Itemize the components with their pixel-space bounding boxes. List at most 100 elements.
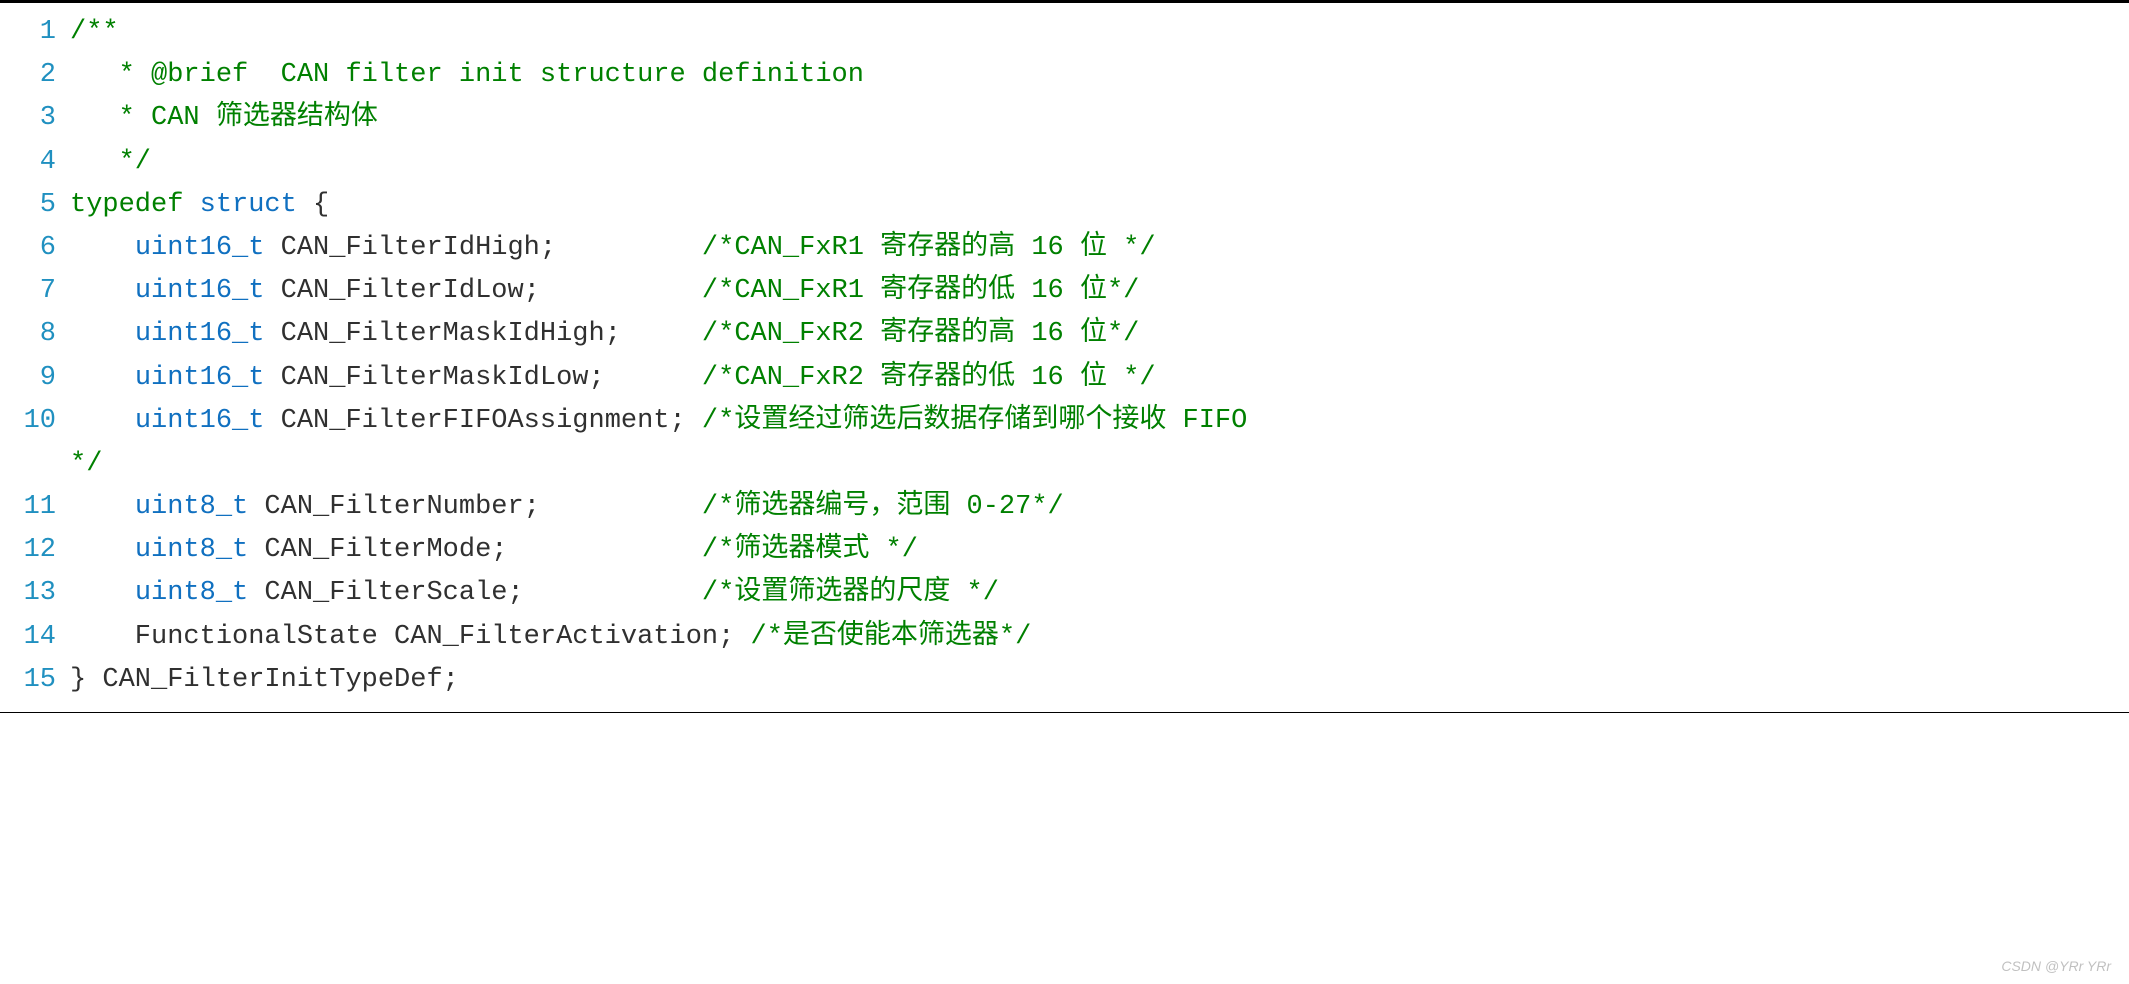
code-token: uint16_t bbox=[135, 319, 265, 349]
code-line: 4 */ bbox=[0, 141, 2129, 184]
line-number bbox=[0, 443, 70, 486]
code-token: */ bbox=[70, 147, 151, 177]
line-content: typedef struct { bbox=[70, 184, 2129, 227]
line-content: uint8_t CAN_FilterNumber; /*筛选器编号，范围 0-2… bbox=[70, 486, 2129, 529]
line-content: uint8_t CAN_FilterScale; /*设置筛选器的尺度 */ bbox=[70, 572, 2129, 615]
code-token: /*筛选器编号，范围 0-27*/ bbox=[702, 492, 1064, 522]
code-token: CAN_FilterFIFOAssignment bbox=[264, 406, 669, 436]
code-token: uint16_t bbox=[135, 363, 265, 393]
code-token: /*CAN_FxR2 寄存器的高 16 位*/ bbox=[702, 319, 1139, 349]
code-line: 15} CAN_FilterInitTypeDef; bbox=[0, 659, 2129, 702]
code-line: 3 * CAN 筛选器结构体 bbox=[0, 97, 2129, 140]
code-token: uint8_t bbox=[135, 535, 248, 565]
code-token bbox=[70, 578, 135, 608]
line-number: 13 bbox=[0, 572, 70, 615]
code-token: typedef bbox=[70, 190, 183, 220]
code-line: 6 uint16_t CAN_FilterIdHigh; /*CAN_FxR1 … bbox=[0, 227, 2129, 270]
line-content: FunctionalState CAN_FilterActivation; /*… bbox=[70, 616, 2129, 659]
code-token: CAN_FilterMaskIdLow bbox=[264, 363, 588, 393]
code-token: CAN_FilterIdLow bbox=[264, 276, 523, 306]
code-token: ; bbox=[718, 622, 734, 652]
line-number: 15 bbox=[0, 659, 70, 702]
line-content: */ bbox=[70, 443, 2129, 486]
line-content: */ bbox=[70, 141, 2129, 184]
code-token: */ bbox=[70, 449, 102, 479]
line-number: 14 bbox=[0, 616, 70, 659]
line-content: } CAN_FilterInitTypeDef; bbox=[70, 659, 2129, 702]
code-token bbox=[70, 406, 135, 436]
code-token bbox=[686, 406, 702, 436]
code-token: * CAN 筛选器结构体 bbox=[70, 103, 378, 133]
code-token: ; bbox=[589, 363, 605, 393]
line-number: 4 bbox=[0, 141, 70, 184]
code-token: /*CAN_FxR2 寄存器的低 16 位 */ bbox=[702, 363, 1156, 393]
line-number: 2 bbox=[0, 54, 70, 97]
code-token bbox=[556, 233, 702, 263]
line-number: 9 bbox=[0, 357, 70, 400]
line-number: 12 bbox=[0, 529, 70, 572]
code-token bbox=[70, 276, 135, 306]
code-line: 2 * @brief CAN filter init structure def… bbox=[0, 54, 2129, 97]
code-token: ; bbox=[540, 233, 556, 263]
code-line: 13 uint8_t CAN_FilterScale; /*设置筛选器的尺度 *… bbox=[0, 572, 2129, 615]
code-token bbox=[507, 535, 701, 565]
line-number: 8 bbox=[0, 313, 70, 356]
code-token: ; bbox=[605, 319, 621, 349]
code-token: /*是否使能本筛选器*/ bbox=[751, 622, 1032, 652]
line-content: uint16_t CAN_FilterMaskIdLow; /*CAN_FxR2… bbox=[70, 357, 2129, 400]
code-line: */ bbox=[0, 443, 2129, 486]
line-number: 11 bbox=[0, 486, 70, 529]
code-line: 8 uint16_t CAN_FilterMaskIdHigh; /*CAN_F… bbox=[0, 313, 2129, 356]
code-token bbox=[70, 233, 135, 263]
code-token: ; bbox=[524, 276, 540, 306]
code-token: uint8_t bbox=[135, 578, 248, 608]
line-number: 5 bbox=[0, 184, 70, 227]
code-line: 5typedef struct { bbox=[0, 184, 2129, 227]
code-line: 12 uint8_t CAN_FilterMode; /*筛选器模式 */ bbox=[0, 529, 2129, 572]
code-token: uint8_t bbox=[135, 492, 248, 522]
code-token bbox=[70, 363, 135, 393]
code-line: 1/** bbox=[0, 11, 2129, 54]
code-token: CAN_FilterNumber bbox=[248, 492, 523, 522]
line-number: 1 bbox=[0, 11, 70, 54]
line-content: uint16_t CAN_FilterFIFOAssignment; /*设置经… bbox=[70, 400, 2129, 443]
code-token bbox=[70, 535, 135, 565]
line-number: 3 bbox=[0, 97, 70, 140]
code-line: 9 uint16_t CAN_FilterMaskIdLow; /*CAN_Fx… bbox=[0, 357, 2129, 400]
code-block: 1/**2 * @brief CAN filter init structure… bbox=[0, 0, 2129, 713]
line-content: uint16_t CAN_FilterIdHigh; /*CAN_FxR1 寄存… bbox=[70, 227, 2129, 270]
code-line: 10 uint16_t CAN_FilterFIFOAssignment; /*… bbox=[0, 400, 2129, 443]
code-token bbox=[70, 319, 135, 349]
code-line: 14 FunctionalState CAN_FilterActivation;… bbox=[0, 616, 2129, 659]
code-token: uint16_t bbox=[135, 406, 265, 436]
code-token bbox=[605, 363, 702, 393]
code-token: /*CAN_FxR1 寄存器的高 16 位 */ bbox=[702, 233, 1156, 263]
code-token bbox=[734, 622, 750, 652]
code-token: ; bbox=[491, 535, 507, 565]
code-token: ; bbox=[507, 578, 523, 608]
code-token: /*设置筛选器的尺度 */ bbox=[702, 578, 999, 608]
line-content: uint8_t CAN_FilterMode; /*筛选器模式 */ bbox=[70, 529, 2129, 572]
code-token: uint16_t bbox=[135, 233, 265, 263]
code-token: CAN_FilterScale bbox=[248, 578, 507, 608]
code-token: CAN_FilterInitTypeDef bbox=[86, 665, 442, 695]
code-token bbox=[524, 578, 702, 608]
code-token: /*设置经过筛选后数据存储到哪个接收 FIFO bbox=[702, 406, 1247, 436]
code-token bbox=[540, 276, 702, 306]
line-content: uint16_t CAN_FilterMaskIdHigh; /*CAN_FxR… bbox=[70, 313, 2129, 356]
code-token: struct bbox=[200, 190, 297, 220]
code-token: uint16_t bbox=[135, 276, 265, 306]
code-token: { bbox=[313, 190, 329, 220]
code-token: /** bbox=[70, 17, 119, 47]
code-token: CAN_FilterMaskIdHigh bbox=[264, 319, 604, 349]
line-content: uint16_t CAN_FilterIdLow; /*CAN_FxR1 寄存器… bbox=[70, 270, 2129, 313]
code-line: 11 uint8_t CAN_FilterNumber; /*筛选器编号，范围 … bbox=[0, 486, 2129, 529]
code-line: 7 uint16_t CAN_FilterIdLow; /*CAN_FxR1 寄… bbox=[0, 270, 2129, 313]
code-token bbox=[540, 492, 702, 522]
code-token: CAN_FilterMode bbox=[248, 535, 491, 565]
code-token: FunctionalState CAN_FilterActivation bbox=[70, 622, 718, 652]
code-token bbox=[70, 492, 135, 522]
watermark-text: CSDN @YRr YRr bbox=[2001, 958, 2111, 974]
code-token: /*CAN_FxR1 寄存器的低 16 位*/ bbox=[702, 276, 1139, 306]
code-token: ; bbox=[670, 406, 686, 436]
